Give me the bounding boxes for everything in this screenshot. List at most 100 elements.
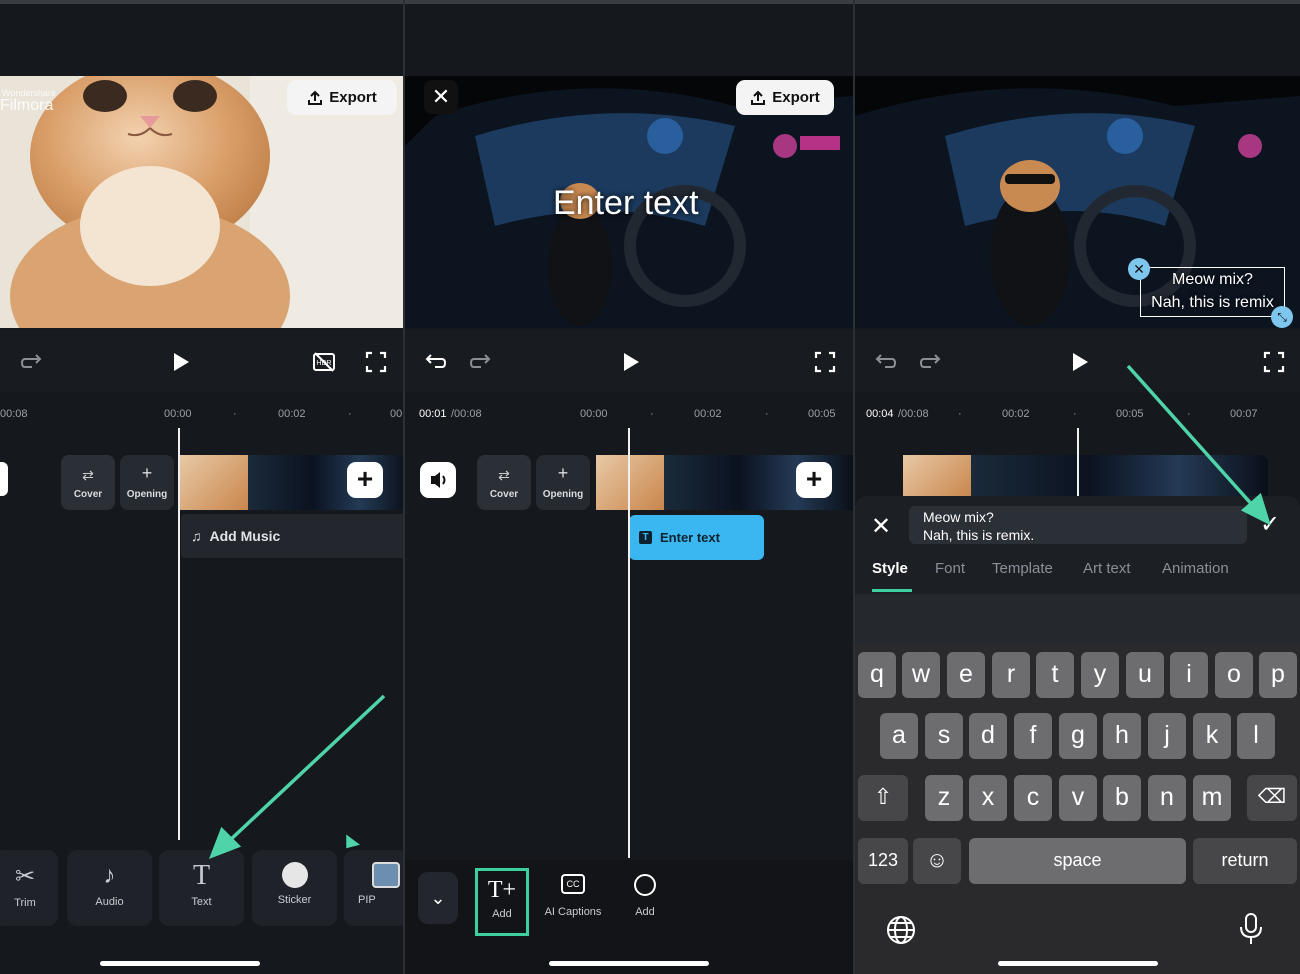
- toolbar-add-sticker[interactable]: Add: [624, 874, 666, 918]
- add-clip-button[interactable]: +: [796, 462, 832, 498]
- play-icon[interactable]: [168, 350, 192, 374]
- key[interactable]: c: [1014, 775, 1052, 821]
- close-icon[interactable]: ✕: [424, 80, 458, 114]
- return-key[interactable]: return: [1193, 838, 1297, 884]
- tab-template[interactable]: Template: [992, 560, 1053, 577]
- mute-toggle[interactable]: [0, 462, 8, 496]
- key[interactable]: t: [1036, 652, 1074, 698]
- hdr-off-icon[interactable]: HDR: [312, 350, 336, 374]
- key[interactable]: z: [925, 775, 963, 821]
- text-clip[interactable]: T Enter text: [629, 515, 764, 560]
- tab-font[interactable]: Font: [935, 560, 965, 577]
- toolbar-label: Add: [492, 908, 512, 920]
- redo-icon[interactable]: [469, 350, 493, 374]
- opening-button[interactable]: + Opening: [120, 455, 174, 510]
- export-button[interactable]: Export: [287, 80, 397, 115]
- sticker-icon: [281, 862, 308, 888]
- key[interactable]: j: [1148, 713, 1186, 759]
- opening-button[interactable]: + Opening: [536, 455, 590, 510]
- key[interactable]: x: [969, 775, 1007, 821]
- toolbar-text[interactable]: T Text: [159, 850, 244, 926]
- shift-icon[interactable]: ⇧: [858, 775, 908, 821]
- chevron-down-icon[interactable]: ⌄: [418, 872, 458, 924]
- time-ruler: 00:08 00:00 · 00:02 · 00: [0, 408, 403, 420]
- toolbar-add-text[interactable]: T+ Add: [475, 868, 529, 936]
- time-tick: 00:05: [1116, 408, 1144, 420]
- key[interactable]: h: [1103, 713, 1141, 759]
- status-strip: [405, 0, 853, 4]
- key[interactable]: o: [1215, 652, 1253, 698]
- play-icon[interactable]: [618, 350, 642, 374]
- video-preview[interactable]: Meow mix? Nah, this is remix ✕ ⤡: [855, 76, 1300, 328]
- playhead[interactable]: [628, 428, 630, 858]
- cover-button[interactable]: ⇄ Cover: [61, 455, 115, 510]
- space-key[interactable]: space: [969, 838, 1186, 884]
- key[interactable]: m: [1193, 775, 1231, 821]
- resize-overlay-icon[interactable]: ⤡: [1271, 306, 1293, 328]
- key[interactable]: r: [992, 652, 1030, 698]
- tab-style[interactable]: Style: [872, 560, 908, 577]
- toolbar-pip[interactable]: PIP: [344, 850, 403, 926]
- key[interactable]: g: [1059, 713, 1097, 759]
- playhead[interactable]: [178, 428, 180, 840]
- text-overlay-box[interactable]: Meow mix? Nah, this is remix: [1140, 267, 1285, 317]
- numbers-key[interactable]: 123: [858, 838, 908, 884]
- time-total: /00:08: [451, 408, 482, 420]
- add-music-track[interactable]: ♫ Add Music: [181, 514, 403, 558]
- cover-button[interactable]: ⇄ Cover: [477, 455, 531, 510]
- add-clip-button[interactable]: +: [347, 462, 383, 498]
- close-icon[interactable]: ✕: [871, 512, 891, 541]
- key[interactable]: i: [1170, 652, 1208, 698]
- key[interactable]: u: [1126, 652, 1164, 698]
- key[interactable]: n: [1148, 775, 1186, 821]
- emoji-icon[interactable]: ☺: [913, 838, 961, 884]
- key[interactable]: w: [902, 652, 940, 698]
- overlay-text[interactable]: Enter text: [553, 184, 699, 223]
- key[interactable]: b: [1103, 775, 1141, 821]
- key[interactable]: v: [1059, 775, 1097, 821]
- confirm-check-icon[interactable]: ✓: [1260, 510, 1280, 539]
- video-track[interactable]: [903, 455, 1268, 497]
- text-input[interactable]: Meow mix? Nah, this is remix.: [909, 506, 1247, 544]
- speaker-icon[interactable]: [420, 462, 456, 498]
- picture-icon: [372, 862, 400, 888]
- tab-art-text[interactable]: Art text: [1083, 560, 1131, 577]
- keyboard: q w e r t y u i o p a s d f g h j k l ⇧ …: [855, 644, 1300, 974]
- tab-animation[interactable]: Animation: [1162, 560, 1229, 577]
- undo-icon[interactable]: [423, 350, 447, 374]
- key[interactable]: k: [1193, 713, 1231, 759]
- key[interactable]: e: [947, 652, 985, 698]
- toolbar-sticker[interactable]: Sticker: [252, 850, 337, 926]
- style-options-strip[interactable]: [855, 594, 1300, 644]
- export-button[interactable]: Export: [736, 80, 834, 115]
- microphone-icon[interactable]: [1237, 912, 1265, 946]
- playhead[interactable]: [1077, 428, 1079, 498]
- toolbar-audio[interactable]: ♪ Audio: [67, 850, 152, 926]
- play-icon[interactable]: [1067, 350, 1091, 374]
- fullscreen-icon[interactable]: [813, 350, 837, 374]
- text-icon: T: [192, 860, 211, 891]
- redo-icon[interactable]: [919, 350, 943, 374]
- toolbar-trim[interactable]: ✂ Trim: [0, 850, 58, 926]
- key[interactable]: d: [969, 713, 1007, 759]
- key[interactable]: l: [1237, 713, 1275, 759]
- bottom-toolbar: ✂ Trim ♪ Audio T Text Sticker PIP: [0, 850, 403, 930]
- key[interactable]: a: [880, 713, 918, 759]
- undo-icon[interactable]: [873, 350, 897, 374]
- toolbar-ai-captions[interactable]: CC AI Captions: [537, 874, 609, 918]
- key[interactable]: f: [1014, 713, 1052, 759]
- key[interactable]: q: [858, 652, 896, 698]
- fullscreen-icon[interactable]: [1262, 350, 1286, 374]
- bottom-toolbar: ⌄ T+ Add CC AI Captions Add: [405, 860, 853, 974]
- key[interactable]: y: [1081, 652, 1119, 698]
- delete-overlay-icon[interactable]: ✕: [1128, 258, 1150, 280]
- backspace-icon[interactable]: ⌫: [1247, 775, 1297, 821]
- redo-icon[interactable]: [20, 350, 44, 374]
- time-total: 00:08: [0, 408, 28, 420]
- key[interactable]: s: [925, 713, 963, 759]
- time-tick: 00:02: [1002, 408, 1030, 420]
- fullscreen-icon[interactable]: [364, 350, 388, 374]
- editor-panel-keyboard: Meow mix? Nah, this is remix ✕ ⤡ 00:04 /…: [855, 0, 1300, 974]
- globe-icon[interactable]: [885, 914, 917, 946]
- key[interactable]: p: [1259, 652, 1297, 698]
